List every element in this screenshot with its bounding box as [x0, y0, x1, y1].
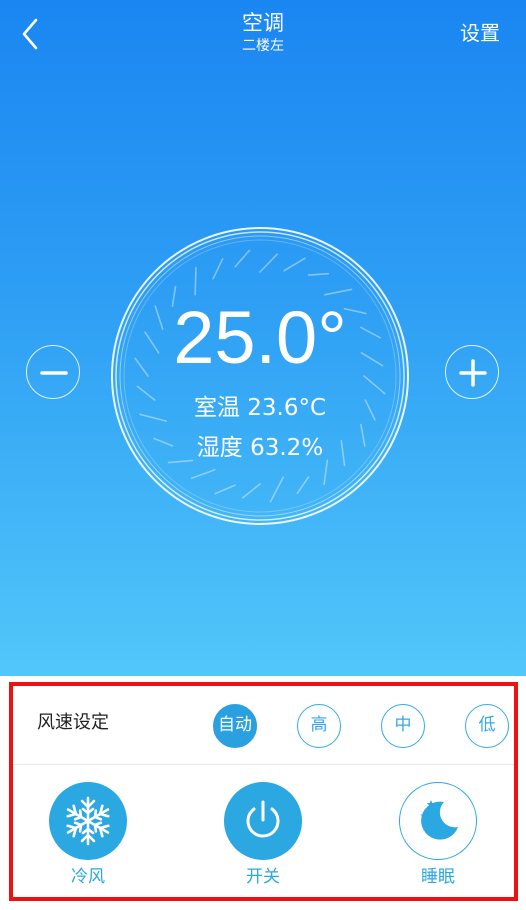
snowflake-icon [63, 796, 113, 846]
dial-tick [259, 253, 278, 273]
minus-icon [40, 371, 68, 375]
settings-button[interactable]: 设置 [460, 20, 500, 46]
power-circle [224, 782, 302, 860]
dial-tick [283, 257, 306, 272]
header-title-block: 空调 二楼左 [0, 10, 526, 55]
fan-speed-medium[interactable]: 中 [381, 704, 425, 748]
sleep-mode-button[interactable]: 睡眠 [398, 782, 478, 888]
cool-mode-label: 冷风 [71, 867, 105, 887]
fan-speed-high[interactable]: 高 [297, 704, 341, 748]
page-subtitle: 二楼左 [242, 38, 284, 54]
power-label: 开关 [246, 867, 280, 887]
fan-speed-low[interactable]: 低 [465, 704, 509, 748]
dial-tick [212, 258, 224, 280]
dial-tick [214, 484, 236, 495]
room-temp-label: 室温 [193, 395, 240, 421]
power-toggle-button[interactable]: 开关 [223, 782, 303, 888]
dial-tick [323, 459, 329, 486]
dial-tick [307, 272, 330, 276]
dial-tick [296, 476, 310, 494]
controls-panel: 风速设定 自动 高 中 低 冷风 开关 睡眠 [9, 682, 518, 901]
moon-stars-icon [420, 800, 458, 840]
dial-tick [190, 468, 216, 480]
thermostat-hero: 空调 二楼左 设置 25.0° 室温 23.6°C 湿度 63.2% [0, 0, 526, 676]
room-temp-value: 23.6°C [247, 395, 327, 421]
dial-tick [234, 249, 251, 268]
panel-divider [13, 764, 514, 765]
dial-tick [269, 476, 284, 503]
sleep-mode-circle [399, 782, 477, 860]
page-title: 空调 [242, 11, 284, 35]
cool-mode-button[interactable]: 冷风 [48, 782, 128, 888]
increase-temp-button[interactable] [445, 345, 499, 399]
fan-speed-label: 风速设定 [37, 712, 109, 733]
dial-tick [242, 483, 261, 499]
setpoint-temperature: 25.0° [173, 296, 347, 379]
dial-tick [194, 266, 197, 296]
humidity-label: 湿度 [196, 435, 243, 461]
dial-tick [324, 288, 353, 296]
plus-icon [459, 359, 487, 387]
room-temperature-reading: 室温 23.6°C [108, 392, 412, 424]
humidity-value: 63.2% [250, 435, 324, 461]
temperature-dial: 25.0° 室温 23.6°C 湿度 63.2% [108, 224, 412, 528]
fan-speed-auto[interactable]: 自动 [213, 704, 257, 748]
sleep-mode-label: 睡眠 [421, 867, 455, 887]
humidity-reading: 湿度 63.2% [108, 432, 412, 464]
cool-mode-circle [49, 782, 127, 860]
power-icon [246, 800, 280, 838]
decrease-temp-button[interactable] [26, 345, 80, 399]
